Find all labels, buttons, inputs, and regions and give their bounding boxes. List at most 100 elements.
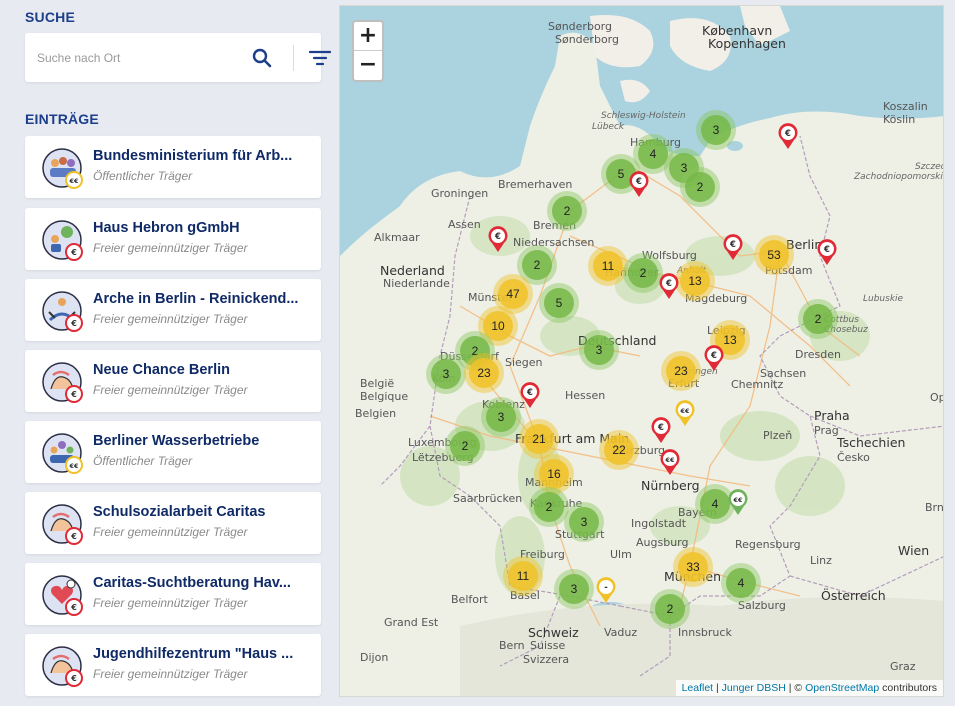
search-button[interactable] bbox=[249, 45, 275, 71]
search-divider bbox=[293, 45, 294, 71]
map-place-label: Schweiz bbox=[528, 625, 579, 640]
map-pin-icon: €€ bbox=[675, 400, 695, 426]
entry-name: Jugendhilfezentrum "Haus ... bbox=[93, 646, 294, 662]
map-place-label: Tschechien bbox=[837, 435, 906, 450]
map-cluster-marker[interactable]: 2 bbox=[650, 589, 690, 629]
cluster-count: 2 bbox=[450, 431, 480, 461]
map-cluster-marker[interactable]: 23 bbox=[464, 353, 504, 393]
map-location-pin[interactable]: € bbox=[487, 225, 509, 253]
entry-card[interactable]: € Haus Hebron gGmbH Freier gemeinnütziger … bbox=[25, 208, 321, 270]
map-cluster-marker[interactable]: 3 bbox=[579, 330, 619, 370]
search-input[interactable] bbox=[25, 33, 225, 82]
entries-section-title: EINTRÄGE bbox=[25, 111, 99, 127]
cluster-count: 23 bbox=[666, 356, 696, 386]
map-cluster-marker[interactable]: 2 bbox=[623, 253, 663, 293]
map-cluster-marker[interactable]: 2 bbox=[547, 191, 587, 231]
cluster-count: 3 bbox=[431, 359, 461, 389]
entry-category-icon: €€ bbox=[42, 433, 83, 474]
map-pin-icon: € bbox=[817, 239, 837, 265]
cluster-count: 2 bbox=[803, 304, 833, 334]
cluster-count: 22 bbox=[604, 435, 634, 465]
map-location-pin[interactable]: € bbox=[519, 381, 541, 409]
entry-category-icon: € bbox=[42, 291, 83, 332]
map-cluster-marker[interactable]: 11 bbox=[503, 556, 543, 596]
svg-text:€: € bbox=[635, 177, 642, 187]
map-place-label: Augsburg bbox=[636, 536, 689, 549]
map-location-pin[interactable]: €€ bbox=[674, 399, 696, 427]
entry-card[interactable]: €€ Berliner Wasserbetriebe Öffentlicher Tr… bbox=[25, 421, 321, 483]
map-location-pin[interactable]: € bbox=[816, 238, 838, 266]
map-pin-icon: €€ bbox=[660, 449, 680, 475]
map-cluster-marker[interactable]: 23 bbox=[661, 351, 701, 391]
map-cluster-marker[interactable]: 4 bbox=[721, 563, 761, 603]
entry-card[interactable]: €€ Bundesministerium für Arb... Öffentlich… bbox=[25, 136, 321, 198]
map-place-label: Niedersachsen bbox=[513, 236, 595, 249]
cluster-count: 3 bbox=[569, 507, 599, 537]
map-place-label: Česko bbox=[837, 451, 870, 464]
map-cluster-marker[interactable]: 5 bbox=[539, 283, 579, 323]
map-location-pin[interactable]: - bbox=[595, 576, 617, 604]
map-place-label: Innsbruck bbox=[678, 626, 732, 639]
map-cluster-marker[interactable]: 22 bbox=[599, 430, 639, 470]
entry-card[interactable]: € Neue Chance Berlin Freier gemeinnütziger… bbox=[25, 350, 321, 412]
map-cluster-marker[interactable]: 13 bbox=[675, 261, 715, 301]
svg-text:€: € bbox=[70, 390, 77, 399]
map-location-pin[interactable]: € bbox=[722, 233, 744, 261]
map-cluster-marker[interactable]: 2 bbox=[680, 167, 720, 207]
map[interactable]: København Kopenhagen Sønderborg Sønderborg S… bbox=[339, 5, 944, 697]
leaflet-link[interactable]: Leaflet bbox=[682, 682, 714, 694]
svg-text:-: - bbox=[604, 583, 608, 593]
entry-category-icon: € bbox=[42, 220, 83, 261]
entry-name: Caritas-Suchtberatung Hav... bbox=[93, 575, 291, 591]
map-location-pin[interactable]: €€ bbox=[727, 488, 749, 516]
zoom-in-button[interactable]: + bbox=[354, 22, 382, 51]
entry-card[interactable]: € Jugendhilfezentrum "Haus ... Freier geme… bbox=[25, 634, 321, 696]
map-pin-icon: € bbox=[723, 234, 743, 260]
map-cluster-marker[interactable]: 2 bbox=[529, 487, 569, 527]
entry-category-icon: € bbox=[42, 575, 83, 616]
map-location-pin[interactable]: €€ bbox=[659, 448, 681, 476]
map-cluster-marker[interactable]: 33 bbox=[673, 547, 713, 587]
svg-text:€€: €€ bbox=[732, 496, 743, 504]
map-cluster-marker[interactable]: 11 bbox=[588, 246, 628, 286]
entry-category-icon: € bbox=[42, 646, 83, 687]
map-cluster-marker[interactable]: 2 bbox=[798, 299, 838, 339]
map-location-pin[interactable]: € bbox=[628, 170, 650, 198]
map-location-pin[interactable]: € bbox=[650, 416, 672, 444]
map-place-label: Graz bbox=[890, 660, 916, 673]
zoom-out-button[interactable]: − bbox=[354, 51, 382, 80]
attribution-separator: | bbox=[713, 682, 722, 694]
map-pin-icon: € bbox=[704, 345, 724, 371]
map-cluster-marker[interactable]: 21 bbox=[519, 419, 559, 459]
entry-card[interactable]: € Caritas-Suchtberatung Hav... Freier geme… bbox=[25, 563, 321, 625]
map-location-pin[interactable]: € bbox=[703, 344, 725, 372]
cluster-count: 13 bbox=[680, 266, 710, 296]
osm-link[interactable]: OpenStreetMap bbox=[805, 682, 879, 694]
map-place-label: Köslin bbox=[883, 113, 916, 126]
map-cluster-marker[interactable]: 3 bbox=[564, 502, 604, 542]
map-place-label: Ingolstadt bbox=[631, 517, 687, 530]
map-place-label: Lübeck bbox=[592, 122, 625, 132]
svg-text:€: € bbox=[70, 248, 77, 257]
map-cluster-marker[interactable]: 3 bbox=[554, 569, 594, 609]
attribution-suffix: contributors bbox=[879, 682, 937, 694]
cluster-count: 3 bbox=[486, 402, 516, 432]
map-cluster-marker[interactable]: 3 bbox=[481, 397, 521, 437]
map-place-label: Belfort bbox=[451, 593, 488, 606]
source-link[interactable]: Junger DBSH bbox=[722, 682, 786, 694]
entry-card[interactable]: € Arche in Berlin - Reinickend... Freier g… bbox=[25, 279, 321, 341]
svg-text:€: € bbox=[710, 351, 717, 361]
map-cluster-marker[interactable]: 3 bbox=[696, 110, 736, 150]
map-cluster-marker[interactable]: 2 bbox=[445, 426, 485, 466]
map-location-pin[interactable]: € bbox=[658, 272, 680, 300]
cluster-count: 4 bbox=[726, 568, 756, 598]
entry-type: Freier gemeinnütziger Träger bbox=[93, 241, 248, 255]
entry-card[interactable]: € Schulsozialarbeit Caritas Freier gemeinn… bbox=[25, 492, 321, 554]
map-cluster-marker[interactable]: 3 bbox=[426, 354, 466, 394]
map-location-pin[interactable]: € bbox=[777, 122, 799, 150]
map-cluster-marker[interactable]: 53 bbox=[754, 235, 794, 275]
map-place-label: Dresden bbox=[795, 348, 841, 361]
cluster-count: 4 bbox=[700, 489, 730, 519]
filter-button[interactable] bbox=[305, 45, 335, 71]
map-pin-icon: €€ bbox=[728, 489, 748, 515]
